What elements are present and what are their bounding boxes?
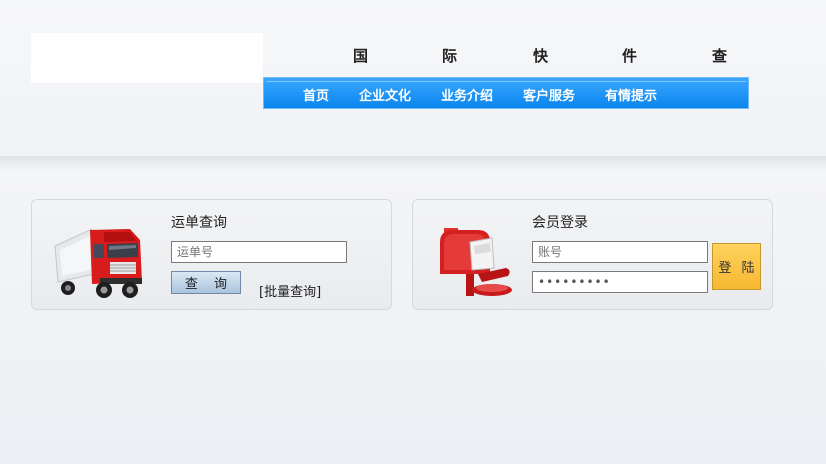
nav-item-culture[interactable]: 企业文化	[359, 85, 411, 104]
site-title-char: 件	[622, 47, 638, 65]
nav-item-business[interactable]: 业务介绍	[441, 85, 493, 104]
header-divider	[0, 156, 826, 170]
batch-query-link[interactable]: [批量查询]	[259, 281, 321, 300]
login-button[interactable]: 登 陆	[712, 243, 761, 290]
site-title-char: 快	[533, 47, 549, 65]
nav-item-service[interactable]: 客户服务	[523, 85, 575, 104]
site-title-char: 国	[353, 47, 369, 65]
password-input[interactable]	[532, 271, 708, 293]
nav-inner	[266, 81, 746, 105]
site-title-char: 际	[442, 47, 458, 65]
account-input[interactable]	[532, 241, 708, 263]
query-button[interactable]: 查 询	[171, 271, 241, 294]
truck-icon	[54, 228, 142, 298]
waybill-input[interactable]	[171, 241, 347, 263]
site-title-char: 查	[712, 47, 728, 65]
logo-placeholder	[31, 33, 263, 83]
tracking-title: 运单查询	[171, 215, 227, 231]
mailbox-icon	[440, 228, 512, 296]
nav-item-home[interactable]: 首页	[303, 85, 329, 104]
main-nav: 首页 企业文化 业务介绍 客户服务 有情提示	[263, 77, 749, 109]
nav-item-tips[interactable]: 有情提示	[605, 85, 657, 104]
member-title: 会员登录	[532, 215, 588, 231]
site-title: 国 际 快 件 查	[340, 45, 760, 67]
